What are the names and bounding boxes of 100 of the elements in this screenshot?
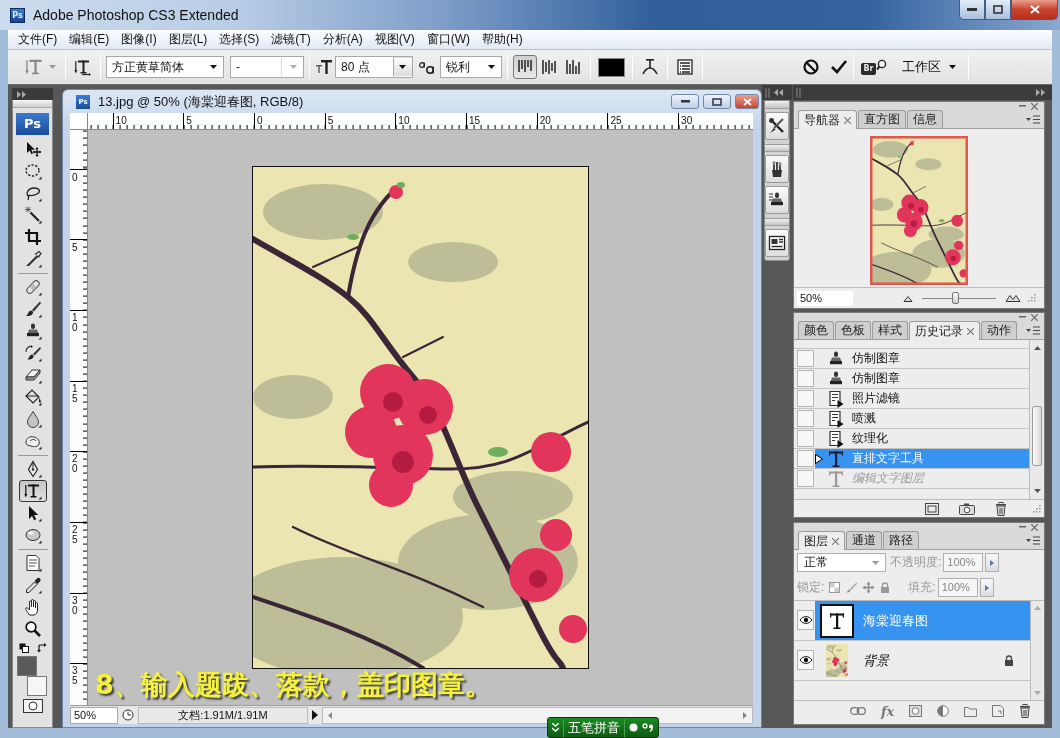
menu-item[interactable]: 图层(L) xyxy=(162,29,214,50)
input-method-label[interactable]: 五笔拼音 xyxy=(563,718,625,737)
minimize-button[interactable] xyxy=(959,0,985,20)
dock-group-handle[interactable] xyxy=(765,144,789,152)
type-icon xyxy=(827,449,845,468)
history-state[interactable]: 照片滤镜 xyxy=(815,389,1029,408)
close-icon[interactable] xyxy=(1031,102,1038,110)
camera-icon[interactable] xyxy=(959,502,975,515)
text-color-swatch[interactable] xyxy=(598,57,625,77)
expand-chevrons-icon[interactable] xyxy=(552,723,559,732)
fill-slider-button[interactable] xyxy=(979,578,994,597)
menu-item[interactable]: 视图(V) xyxy=(368,29,421,50)
menu-item[interactable]: 文件(F) xyxy=(12,29,64,50)
panel-tab[interactable]: 动作 xyxy=(981,321,1017,339)
history-state[interactable]: 仿制图章 xyxy=(815,369,1029,388)
trash-icon[interactable] xyxy=(995,501,1007,516)
panel-menu-icon[interactable] xyxy=(1026,114,1040,124)
toolbox-handle-bar[interactable] xyxy=(13,100,52,108)
ruler-label: 10 xyxy=(114,115,127,126)
up-arrow-icon xyxy=(1034,606,1041,610)
text-align-button[interactable] xyxy=(513,55,537,79)
new-document-icon[interactable] xyxy=(925,502,939,515)
resize-grip-icon[interactable] xyxy=(1028,294,1036,302)
panel-tab[interactable]: 历史记录 xyxy=(909,321,980,340)
zoom-in-icon[interactable] xyxy=(1006,294,1022,302)
ruler-label: 20 xyxy=(538,115,551,126)
history-state[interactable]: 纹理化 xyxy=(815,429,1029,448)
slider-thumb[interactable] xyxy=(952,292,960,304)
panel-tab[interactable]: 通道 xyxy=(846,531,882,549)
minimize-button[interactable] xyxy=(671,94,699,109)
adjustment-icon[interactable] xyxy=(937,705,950,717)
menu-item[interactable]: 图像(I) xyxy=(115,29,163,50)
layer-row[interactable]: 背景 xyxy=(815,641,1030,680)
panel-tab[interactable]: 样式 xyxy=(872,321,908,339)
menu-item[interactable]: 分析(A) xyxy=(316,29,369,50)
workspace-menu-button[interactable]: 工作区 xyxy=(895,55,963,79)
full-width-dot-icon[interactable] xyxy=(629,723,638,732)
caret-icon xyxy=(290,65,297,69)
panel-tab[interactable]: 导航器 xyxy=(798,110,857,129)
ruler-label: 25 xyxy=(609,115,622,126)
panel-tab[interactable]: 信息 xyxy=(907,110,943,128)
panel-tab[interactable]: 颜色 xyxy=(798,321,834,339)
zoom-out-icon[interactable] xyxy=(903,294,913,302)
foreground-color-swatch[interactable] xyxy=(16,656,37,676)
brushes-button[interactable] xyxy=(765,155,789,183)
visibility-toggle[interactable] xyxy=(797,650,814,670)
new-layer-icon[interactable] xyxy=(992,705,1005,717)
menu-item[interactable]: 选择(S) xyxy=(213,29,266,50)
bridge-button[interactable]: Br xyxy=(859,55,889,79)
font-style-dropdown[interactable]: - xyxy=(230,56,304,78)
dock-group-handle[interactable] xyxy=(765,218,789,226)
layer-mask-icon[interactable] xyxy=(909,705,923,717)
blend-mode-dropdown[interactable]: 正常 xyxy=(797,553,886,572)
punctuation-icon[interactable] xyxy=(642,723,654,732)
anti-aliasing-dropdown[interactable]: 锐利 xyxy=(440,56,502,78)
vertical-scrollbar[interactable] xyxy=(1030,340,1044,499)
history-state[interactable]: 喷溅 xyxy=(815,409,1029,428)
swap-colors-icon[interactable] xyxy=(36,643,47,653)
menu-item[interactable]: 帮助(H) xyxy=(476,29,529,50)
default-colors-icon[interactable] xyxy=(18,643,29,653)
panel-tab[interactable]: 路径 xyxy=(883,531,919,549)
close-icon[interactable] xyxy=(1031,313,1038,321)
tool-presets-button[interactable] xyxy=(765,112,789,140)
close-icon[interactable] xyxy=(1031,523,1038,531)
background-color-swatch[interactable] xyxy=(26,676,47,696)
menu-item[interactable]: 滤镜(T) xyxy=(265,29,317,50)
panel-tab[interactable]: 图层 xyxy=(798,531,845,550)
effects-button[interactable]: fx xyxy=(881,703,895,719)
panel-menu-icon[interactable] xyxy=(1026,535,1040,545)
vertical-scrollbar[interactable] xyxy=(1031,601,1044,700)
panel-tab[interactable]: 色板 xyxy=(835,321,871,339)
close-button[interactable] xyxy=(1011,0,1058,20)
panel-menu-icon[interactable] xyxy=(1026,325,1040,335)
resize-grip-icon[interactable] xyxy=(1033,504,1041,513)
dock-group-handle[interactable] xyxy=(765,101,789,109)
zoom-field[interactable]: 50% xyxy=(70,706,118,724)
lock-transparency-icon[interactable] xyxy=(829,582,841,593)
close-button[interactable] xyxy=(735,94,759,109)
menu-item[interactable]: 编辑(E) xyxy=(63,29,116,50)
type-tool-button[interactable] xyxy=(18,480,47,502)
zoom-field[interactable]: 50% xyxy=(797,290,853,306)
scrollbar-thumb[interactable] xyxy=(1032,406,1042,466)
font-family-dropdown[interactable]: 方正黄草简体 xyxy=(106,56,224,78)
history-state[interactable]: 仿制图章 xyxy=(815,349,1029,368)
folder-icon[interactable] xyxy=(964,705,978,717)
dropdown-button[interactable] xyxy=(393,57,412,77)
maximize-button[interactable] xyxy=(985,0,1011,20)
link-icon[interactable] xyxy=(850,707,866,715)
caret-icon xyxy=(210,65,217,69)
trash-icon[interactable] xyxy=(1019,704,1032,718)
menu-item[interactable]: 窗口(W) xyxy=(420,29,476,50)
layer-comps-button[interactable] xyxy=(765,229,789,257)
ruler-corner[interactable] xyxy=(70,113,88,130)
font-size-combobox[interactable]: 80 点 xyxy=(335,56,413,78)
maximize-button[interactable] xyxy=(703,94,731,109)
lock-move-icon[interactable] xyxy=(863,582,875,593)
panel-tab[interactable]: 直方图 xyxy=(858,110,906,128)
clone-source-button[interactable] xyxy=(765,186,789,214)
visibility-toggle[interactable] xyxy=(797,610,814,630)
opacity-slider-button[interactable] xyxy=(985,553,1000,572)
